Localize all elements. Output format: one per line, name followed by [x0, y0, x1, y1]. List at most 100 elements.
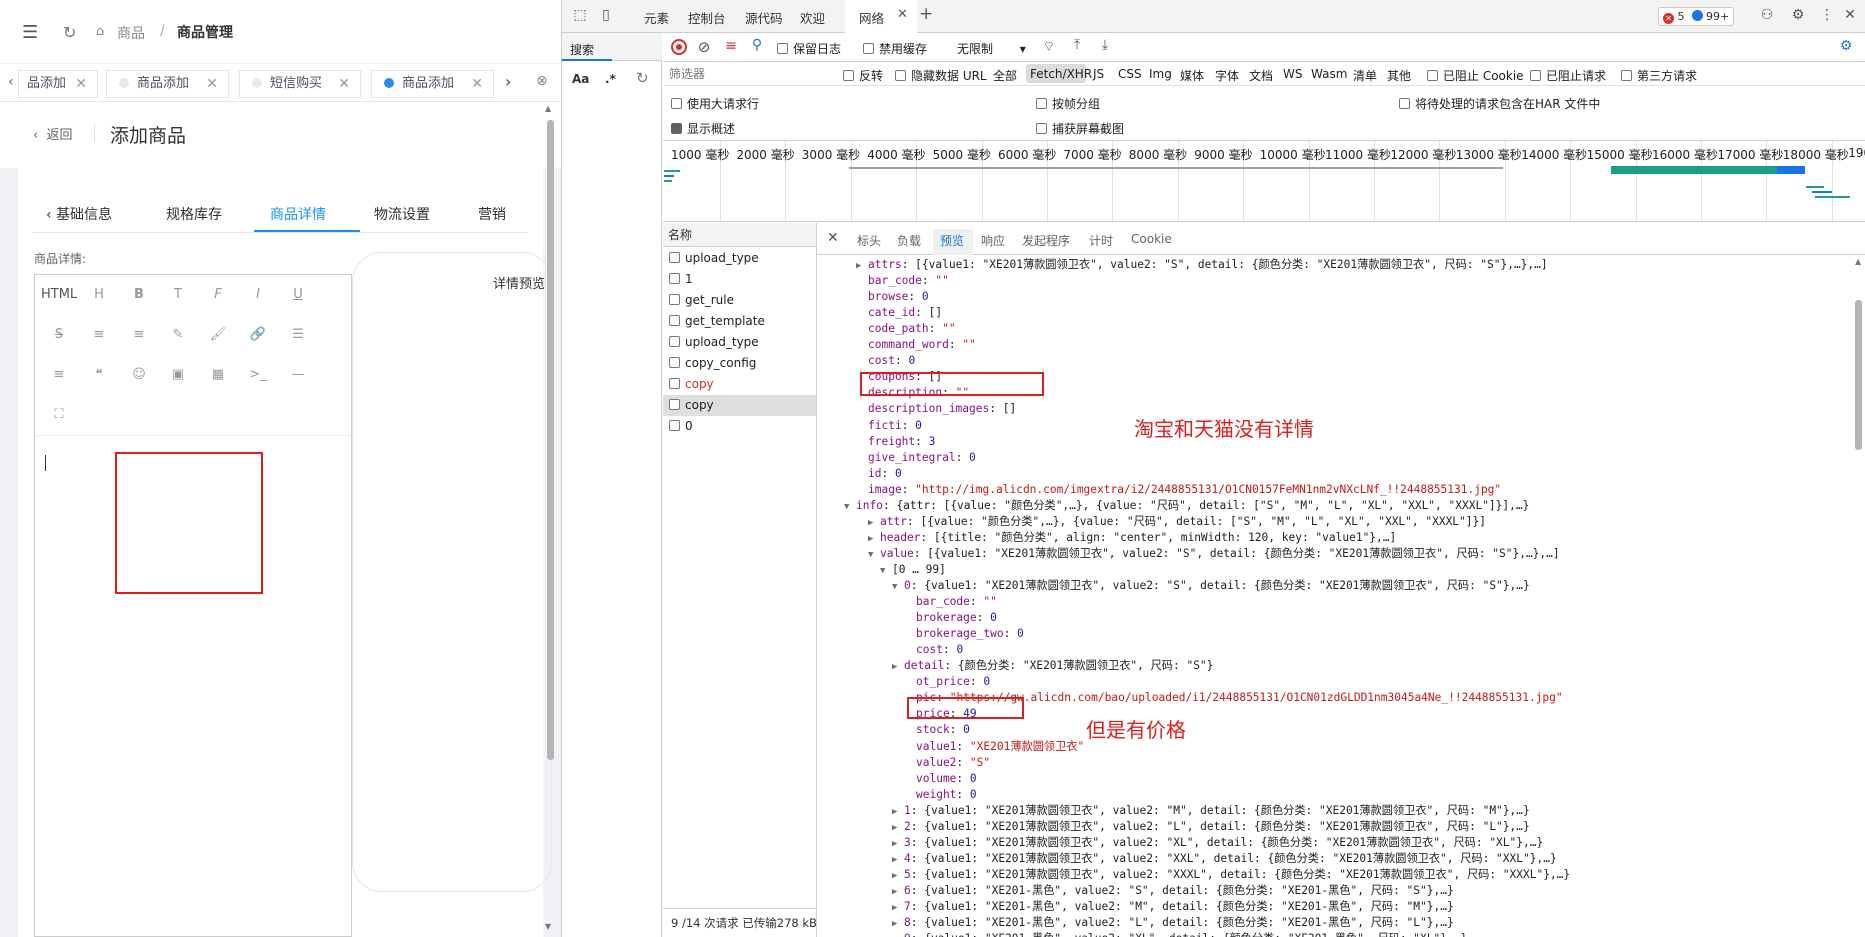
filter-type-wasm[interactable]: Wasm [1311, 67, 1347, 81]
font-size-icon[interactable]: T [168, 287, 188, 302]
device-toolbar-icon[interactable]: ▯ [596, 7, 616, 23]
name-column-header[interactable]: 名称 [663, 223, 816, 247]
tab-product-detail[interactable]: 商品详情 [270, 204, 326, 224]
blocked-cookie-checkbox[interactable]: 已阻止 Cookie [1427, 67, 1524, 84]
page-scrollbar-thumb[interactable] [547, 120, 554, 760]
line-height-icon[interactable]: ≡ [129, 327, 149, 342]
throttle-select[interactable]: 无限制 ▾ [957, 40, 1026, 57]
tag-item[interactable]: 短信购买 ✕ [239, 70, 361, 98]
detail-tab[interactable]: 预览 [940, 232, 964, 249]
filter-type-font[interactable]: 字体 [1215, 67, 1239, 84]
detail-tab[interactable]: 负载 [897, 232, 921, 249]
search-icon[interactable]: ⚲ [747, 37, 767, 53]
refresh-search-icon[interactable]: ↻ [636, 69, 649, 87]
export-har-icon[interactable]: ⤓ [1095, 37, 1115, 53]
har-pending-checkbox[interactable]: 将待处理的请求包含在HAR 文件中 [1399, 95, 1600, 112]
json-line[interactable]: ▶ 1: {value1: "XE201薄款圆领卫衣", value2: "M",… [892, 803, 1530, 820]
json-line[interactable]: ▶ 3: {value1: "XE201薄款圆领卫衣", value2: "XL"… [892, 835, 1543, 852]
collapsed-triangle-icon[interactable]: ▶ [868, 515, 880, 531]
network-settings-gear-icon[interactable]: ⚙ [1836, 38, 1856, 54]
request-checkbox[interactable] [669, 378, 680, 389]
strikethrough-icon[interactable]: S [49, 327, 69, 342]
detail-tab[interactable]: Cookie [1131, 232, 1172, 246]
video-icon[interactable]: ▦ [208, 367, 228, 382]
request-row[interactable]: copy [663, 395, 816, 416]
bg-color-icon[interactable]: 🖌 [208, 327, 228, 342]
italic-icon[interactable]: I [248, 287, 268, 302]
filter-icon[interactable]: ≡ [721, 38, 741, 54]
json-line[interactable]: ▼ info: {attr: [{value: "颜色分类",…}, {value… [844, 498, 1529, 515]
refresh-icon[interactable]: ↻ [63, 23, 76, 42]
network-conditions-icon[interactable]: ⌔ [1039, 38, 1059, 56]
request-row[interactable]: copy [663, 374, 816, 395]
hide-data-url-checkbox[interactable]: 隐藏数据 URL [895, 67, 987, 84]
collapsed-triangle-icon[interactable]: ▶ [892, 659, 904, 675]
quote-icon[interactable]: ❝ [89, 367, 109, 382]
filter-type-other[interactable]: 其他 [1387, 67, 1411, 84]
request-row[interactable]: 0 [663, 416, 816, 437]
filter-type-img[interactable]: Img [1149, 67, 1172, 81]
align-icon[interactable]: ≡ [49, 367, 69, 382]
request-checkbox[interactable] [669, 357, 680, 368]
fullscreen-icon[interactable]: ⛶ [49, 407, 69, 422]
detail-tab[interactable]: 计时 [1089, 232, 1113, 249]
collapsed-triangle-icon[interactable]: ▶ [892, 932, 904, 937]
expanded-triangle-icon[interactable]: ▼ [868, 547, 880, 563]
divider-line-icon[interactable]: — [288, 367, 308, 382]
collapsed-triangle-icon[interactable]: ▶ [892, 820, 904, 836]
add-tab-icon[interactable]: + [919, 4, 933, 24]
filter-type-css[interactable]: CSS [1118, 67, 1142, 81]
tag-item-active[interactable]: 商品添加 ✕ [371, 70, 494, 98]
group-by-frame-checkbox[interactable]: 按帧分组 [1036, 95, 1100, 112]
json-line[interactable]: ▶ 5: {value1: "XE201薄款圆领卫衣", value2: "XXX… [892, 867, 1570, 884]
filter-type-manifest[interactable]: 清单 [1353, 67, 1377, 84]
tab-basic-info[interactable]: ‹ 基础信息 [46, 204, 112, 224]
json-line[interactable]: ▼ 0: {value1: "XE201薄款圆领卫衣", value2: "S",… [892, 578, 1530, 595]
show-overview-checkbox[interactable]: 显示概述 [671, 120, 735, 137]
match-case-button[interactable]: Aa [572, 72, 589, 86]
request-checkbox[interactable] [669, 273, 680, 284]
collapsed-triangle-icon[interactable]: ▶ [892, 852, 904, 868]
filter-type-fetch-xhr[interactable]: Fetch/XHR [1030, 67, 1092, 81]
capture-screenshots-checkbox[interactable]: 捕获屏幕截图 [1036, 120, 1124, 137]
heading-icon[interactable]: H [89, 287, 109, 302]
json-line[interactable]: ▶ 7: {value1: "XE201-黑色", value2: "M", de… [892, 899, 1454, 916]
request-checkbox[interactable] [669, 315, 680, 326]
search-tab[interactable]: 搜索 [570, 41, 594, 58]
close-icon[interactable]: ✕ [471, 71, 483, 97]
issue-counters[interactable]: ✕ 5 99+ [1658, 7, 1735, 26]
preserve-log-checkbox[interactable]: 保留日志 [777, 40, 841, 57]
filter-type-ws[interactable]: WS [1283, 67, 1302, 81]
request-row[interactable]: get_rule [663, 290, 816, 311]
json-line[interactable]: ▶ detail: {颜色分类: "XE201薄款圆领卫衣", 尺码: "S"} [892, 658, 1213, 675]
record-icon[interactable] [671, 39, 687, 55]
filter-type-doc[interactable]: 文档 [1249, 67, 1273, 84]
tab-network[interactable]: 网络 [859, 8, 884, 27]
connect-icon[interactable]: ⚇ [1757, 7, 1777, 23]
json-line[interactable]: ▶ 6: {value1: "XE201-黑色", value2: "S", de… [892, 883, 1454, 900]
underline-icon[interactable]: U [288, 287, 308, 302]
tag-item[interactable]: 商品添加 ✕ [106, 70, 229, 98]
collapsed-triangle-icon[interactable]: ▶ [892, 916, 904, 932]
bold-icon[interactable]: B [129, 287, 149, 302]
close-tab-icon[interactable]: ✕ [897, 7, 908, 22]
json-line[interactable]: ▼ [0 … 99] [880, 562, 946, 579]
image-icon[interactable]: ▣ [168, 367, 188, 382]
request-checkbox[interactable] [669, 252, 680, 263]
request-row[interactable]: 1 [663, 269, 816, 290]
tab-spec-stock[interactable]: 规格库存 [166, 204, 222, 224]
regex-button[interactable]: .* [605, 72, 616, 86]
expanded-triangle-icon[interactable]: ▼ [892, 579, 904, 595]
scroll-up-icon[interactable]: ▲ [545, 104, 551, 113]
inspect-icon[interactable]: ⬚ [570, 7, 590, 23]
request-row[interactable]: get_template [663, 311, 816, 332]
back-button[interactable]: ‹ 返回 [33, 124, 72, 143]
json-line[interactable]: ▶ 2: {value1: "XE201薄款圆领卫衣", value2: "L",… [892, 819, 1530, 836]
request-row[interactable]: upload_type [663, 332, 816, 353]
collapsed-triangle-icon[interactable]: ▶ [856, 258, 868, 274]
disable-cache-checkbox[interactable]: 禁用缓存 [863, 40, 927, 57]
list-icon[interactable]: ☰ [288, 327, 308, 342]
tab-elements[interactable]: 元素 [644, 8, 669, 27]
filter-type-js[interactable]: JS [1093, 67, 1104, 81]
request-checkbox[interactable] [669, 399, 680, 410]
